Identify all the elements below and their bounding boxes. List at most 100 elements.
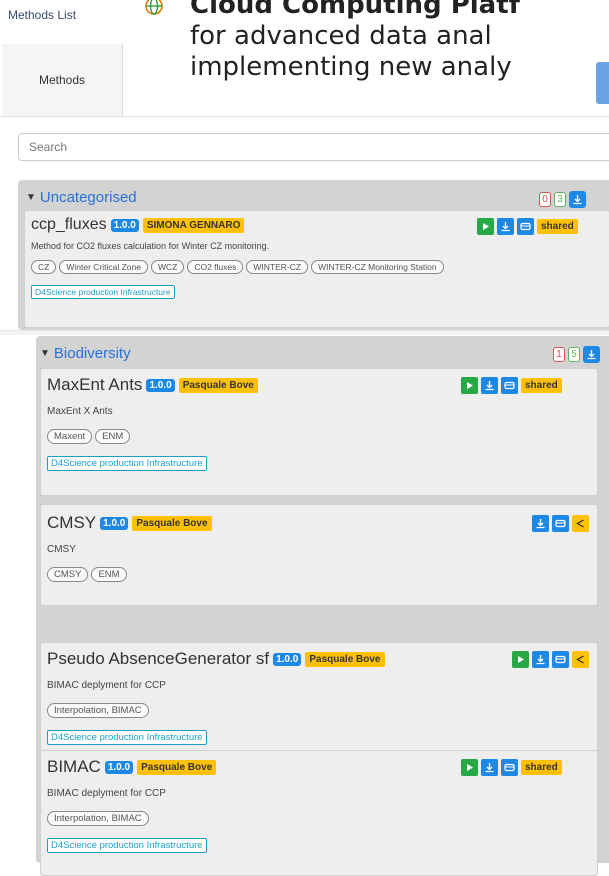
archive-button[interactable]	[517, 218, 534, 235]
method-description: MaxEnt X Ants	[47, 406, 113, 417]
download-icon	[501, 222, 510, 232]
success-count-badge: 3	[554, 192, 566, 207]
download-icon	[536, 519, 545, 529]
download-icon	[587, 350, 596, 360]
method-name: ccp_fluxes	[31, 216, 107, 233]
tab-methods-label: Methods	[38, 73, 86, 87]
tag: CO2 fluxes	[187, 260, 244, 274]
author-badge: SIMONA GENNARO	[142, 217, 245, 233]
tab-divider	[0, 116, 609, 117]
archive-button[interactable]	[552, 515, 569, 532]
failed-count-badge: 1	[553, 347, 565, 362]
failed-count-badge: 0	[539, 192, 551, 207]
tag: Maxent	[47, 429, 93, 444]
play-icon	[467, 764, 473, 771]
method-name: Pseudo AbsenceGenerator sf	[47, 649, 270, 668]
tag: Interpolation, BIMAC	[47, 703, 149, 718]
run-button[interactable]	[477, 218, 494, 235]
method-card[interactable]: BIMAC 1.0.0 Pasquale Bove shared BIMAC d…	[40, 750, 598, 876]
page-title: Methods List	[8, 8, 77, 22]
category-panel-uncategorised: ▼ Uncategorised 0 3 ccp_fluxes 1.0.0 SIM…	[18, 180, 609, 330]
method-card[interactable]: ccp_fluxes 1.0.0 SIMONA GENNARO shared M…	[24, 210, 609, 328]
download-icon	[485, 381, 494, 391]
category-counters: 0 3	[539, 191, 586, 208]
category-download-button[interactable]	[569, 191, 586, 208]
headline-line-1: Cloud Computing Platf	[190, 0, 520, 20]
method-name: MaxEnt Ants	[47, 375, 143, 394]
tag: WINTER-CZ Monitoring Station	[311, 260, 444, 274]
category-counters: 1 5	[553, 346, 600, 363]
infrastructure-badge: D4Science production Infrastructure	[47, 456, 207, 471]
run-button[interactable]	[512, 651, 529, 668]
collapse-triangle-icon: ▼	[40, 348, 50, 359]
tag: CMSY	[47, 567, 89, 582]
download-icon	[485, 763, 494, 773]
download-icon	[536, 655, 545, 665]
download-button[interactable]	[481, 377, 498, 394]
category-name: Uncategorised	[39, 189, 137, 206]
archive-icon	[504, 763, 515, 772]
download-button[interactable]	[481, 759, 498, 776]
category-toggle-biodiversity[interactable]: ▼ Biodiversity	[40, 345, 131, 362]
method-description: BIMAC deplyment for CCP	[47, 680, 166, 691]
run-button[interactable]	[461, 759, 478, 776]
method-card[interactable]: MaxEnt Ants 1.0.0 Pasquale Bove shared M…	[40, 368, 598, 496]
infrastructure-badge: D4Science production Infrastructure	[31, 285, 175, 299]
run-button[interactable]	[461, 377, 478, 394]
share-button[interactable]	[572, 515, 589, 532]
download-icon	[573, 195, 582, 205]
play-icon	[483, 223, 489, 230]
archive-button[interactable]	[552, 651, 569, 668]
archive-icon	[520, 222, 531, 231]
archive-button[interactable]	[501, 759, 518, 776]
author-badge: Pasquale Bove	[305, 651, 385, 667]
shared-badge: shared	[521, 378, 562, 393]
tag: Winter Critical Zone	[59, 260, 148, 274]
shared-badge: shared	[521, 760, 562, 775]
play-icon	[467, 382, 473, 389]
category-name: Biodiversity	[53, 345, 131, 362]
tag-list: CZ Winter Critical Zone WCZ CO2 fluxes W…	[31, 260, 444, 274]
author-badge: Pasquale Bove	[137, 759, 217, 775]
share-button[interactable]	[572, 651, 589, 668]
tag-list: Interpolation, BIMAC	[47, 703, 149, 718]
download-button[interactable]	[532, 651, 549, 668]
cloud-globe-icon	[142, 0, 166, 18]
method-description: BIMAC deplyment for CCP	[47, 788, 166, 799]
version-badge: 1.0.0	[146, 378, 175, 392]
category-toggle-uncategorised[interactable]: ▼ Uncategorised	[26, 189, 137, 206]
share-icon	[576, 655, 584, 664]
shared-badge: shared	[537, 219, 578, 234]
method-name: BIMAC	[47, 757, 101, 776]
infrastructure-badge: D4Science production Infrastructure	[47, 838, 207, 853]
category-download-button[interactable]	[583, 346, 600, 363]
search-input[interactable]	[18, 133, 609, 161]
archive-button[interactable]	[501, 377, 518, 394]
version-badge: 1.0.0	[100, 516, 129, 530]
tag: ENM	[95, 429, 131, 444]
author-badge: Pasquale Bove	[178, 377, 258, 393]
success-count-badge: 5	[568, 347, 580, 362]
share-icon	[576, 519, 584, 528]
archive-icon	[555, 655, 566, 664]
download-button[interactable]	[497, 218, 514, 235]
archive-icon	[555, 519, 566, 528]
author-badge: Pasquale Bove	[132, 515, 212, 531]
infrastructure-badge: D4Science production Infrastructure	[47, 730, 207, 745]
tag: ENM	[91, 567, 127, 582]
image-separator	[0, 330, 609, 335]
tag: CZ	[31, 260, 57, 274]
tab-methods[interactable]: Methods	[2, 44, 123, 116]
version-badge: 1.0.0	[273, 652, 302, 666]
method-name: CMSY	[47, 513, 97, 532]
method-card[interactable]: CMSY 1.0.0 Pasquale Bove CMSY CMSY ENM	[40, 504, 598, 606]
headline-line-3: implementing new analy	[190, 52, 512, 82]
play-icon	[518, 656, 524, 663]
archive-icon	[504, 381, 515, 390]
tag: WINTER-CZ	[246, 260, 309, 274]
download-button[interactable]	[532, 515, 549, 532]
tag: WCZ	[150, 260, 185, 274]
version-badge: 1.0.0	[110, 218, 139, 232]
tag-list: Interpolation, BIMAC	[47, 811, 149, 826]
refresh-button[interactable]	[596, 62, 609, 104]
